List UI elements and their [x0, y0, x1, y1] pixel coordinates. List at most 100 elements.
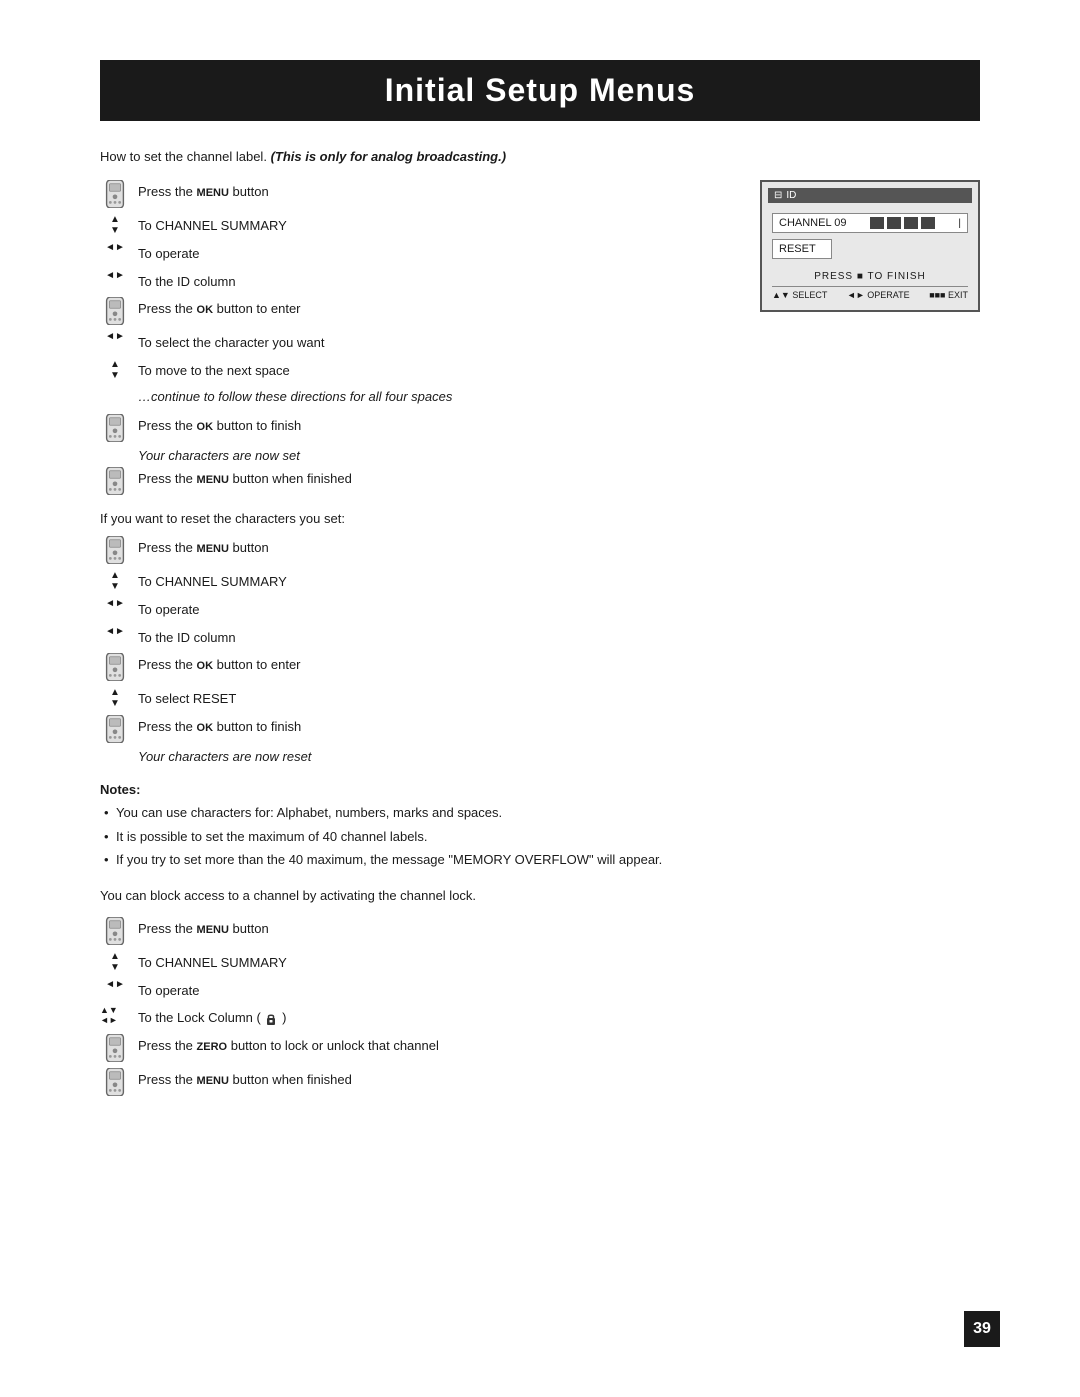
- notes-section: Notes: You can use characters for: Alpha…: [100, 782, 980, 870]
- arrow-ud-icon: ▲▼: [100, 951, 130, 973]
- step-row: Press the MENU button: [100, 180, 740, 208]
- screen-mockup: ⊟ ID CHANNEL 09 |: [760, 180, 980, 312]
- screen-mockup-container: ⊟ ID CHANNEL 09 |: [760, 180, 980, 501]
- page-title-bar: Initial Setup Menus: [100, 60, 980, 121]
- notes-item: If you try to set more than the 40 maxim…: [100, 850, 980, 870]
- arrow-ud-icon: ▲▼: [100, 687, 130, 709]
- step-row: ◄► To the ID column: [100, 270, 740, 292]
- remote-icon: [100, 536, 130, 564]
- step-text: Press the MENU button: [138, 917, 980, 939]
- step-text: To move to the next space: [138, 359, 740, 381]
- section3-steps: Press the MENU button ▲▼ To CHANNEL SUMM…: [100, 917, 980, 1096]
- step-row: ◄► To operate: [100, 979, 980, 1001]
- remote-icon: [100, 467, 130, 495]
- step-text: Press the MENU button when finished: [138, 1068, 980, 1090]
- step-row: ▲▼ ◄► To the Lock Column ( ): [100, 1006, 980, 1028]
- intro-label: How to set the channel label.: [100, 149, 267, 164]
- page-number: 39: [964, 1311, 1000, 1347]
- step-text: To operate: [138, 598, 980, 620]
- intro-italic: (This is only for analog broadcasting.): [271, 149, 506, 164]
- step-row: Press the MENU button: [100, 536, 980, 564]
- screen-channel-label: CHANNEL 09: [779, 217, 846, 229]
- step-text: Press the ZERO button to lock or unlock …: [138, 1034, 980, 1056]
- arrow-lr-icon: ◄►: [100, 242, 130, 253]
- step-row: Press the OK button to enter: [100, 297, 740, 325]
- arrow-ud-icon: ▲▼: [100, 570, 130, 592]
- step-row: ▲ ▼ To move to the next space: [100, 359, 740, 381]
- arrow-lr-icon: ◄►: [100, 598, 130, 609]
- step-row: ▲▼ To select RESET: [100, 687, 980, 709]
- step-text: To CHANNEL SUMMARY: [138, 214, 740, 236]
- step-text: Press the OK button to enter: [138, 297, 740, 319]
- step-text: To operate: [138, 979, 980, 1001]
- remote-icon: [100, 1068, 130, 1096]
- screen-body: CHANNEL 09 | RESET PRESS ■ TO FINI: [768, 209, 972, 304]
- step-row: ◄► To the ID column: [100, 626, 980, 648]
- arrow-lr-icon: ◄►: [100, 626, 130, 637]
- remote-icon: [100, 917, 130, 945]
- screen-press-label: PRESS ■ TO FINISH: [814, 271, 926, 282]
- step-row: ▲▼ To CHANNEL SUMMARY: [100, 951, 980, 973]
- step-row: Press the OK button to enter: [100, 653, 980, 681]
- step-row: ◄► To select the character you want: [100, 331, 740, 353]
- step-text: Press the MENU button: [138, 536, 980, 558]
- notes-title: Notes:: [100, 782, 980, 797]
- step-text: To select RESET: [138, 687, 980, 709]
- notes-item: You can use characters for: Alphabet, nu…: [100, 803, 980, 823]
- page-title: Initial Setup Menus: [100, 72, 980, 109]
- step-text: To the ID column: [138, 626, 980, 648]
- arrow-ud-lr-icon: ▲▼ ◄►: [100, 1006, 130, 1026]
- channel-block: [904, 217, 918, 229]
- step-text: Press the MENU button: [138, 180, 740, 202]
- channel-block: [887, 217, 901, 229]
- step-text: Press the OK button to enter: [138, 653, 980, 675]
- step-row: Press the MENU button when finished: [100, 1068, 980, 1096]
- screen-header-label: ID: [786, 190, 796, 201]
- intro-text: How to set the channel label. (This is o…: [100, 149, 980, 164]
- italic-note: Your characters are now set: [138, 448, 740, 463]
- page-container: Initial Setup Menus How to set the chann…: [0, 0, 1080, 1397]
- screen-footer-operate: ◄► OPERATE: [847, 290, 910, 300]
- step-text: To CHANNEL SUMMARY: [138, 951, 980, 973]
- section2-steps: Press the MENU button ▲▼ To CHANNEL SUMM…: [100, 536, 980, 764]
- lock-section-intro: You can block access to a channel by act…: [100, 888, 980, 903]
- lock-icon: [264, 1012, 278, 1026]
- remote-icon: [100, 715, 130, 743]
- italic-note: Your characters are now reset: [138, 749, 980, 764]
- step-text: Press the MENU button when finished: [138, 467, 740, 489]
- step-text: To CHANNEL SUMMARY: [138, 570, 980, 592]
- screen-header: ⊟ ID: [768, 188, 972, 203]
- screen-footer-exit: ■■■ EXIT: [929, 290, 968, 300]
- screen-footer-select: ▲▼ SELECT: [772, 290, 827, 300]
- channel-block: [870, 217, 884, 229]
- step-row: ◄► To operate: [100, 598, 980, 620]
- step-text: To operate: [138, 242, 740, 264]
- notes-list: You can use characters for: Alphabet, nu…: [100, 803, 980, 870]
- step-text: Press the OK button to finish: [138, 414, 740, 436]
- step-row: Press the ZERO button to lock or unlock …: [100, 1034, 980, 1062]
- continue-note: …continue to follow these directions for…: [138, 387, 740, 407]
- arrow-lr-icon: ◄►: [100, 979, 130, 990]
- step-text: To select the character you want: [138, 331, 740, 353]
- arrow-ud-icon: ▲ ▼: [100, 214, 130, 236]
- channel-block: [921, 217, 935, 229]
- arrow-lr-icon: ◄►: [100, 331, 130, 342]
- screen-reset-label: RESET: [772, 239, 832, 259]
- screen-press-row: PRESS ■ TO FINISH: [772, 271, 968, 282]
- step-row: Press the OK button to finish: [100, 715, 980, 743]
- arrow-lr-icon: ◄►: [100, 270, 130, 281]
- remote-icon: [100, 180, 130, 208]
- notes-item: It is possible to set the maximum of 40 …: [100, 827, 980, 847]
- step-text: Press the OK button to finish: [138, 715, 980, 737]
- step-row: Press the MENU button: [100, 917, 980, 945]
- screen-footer: ▲▼ SELECT ◄► OPERATE ■■■ EXIT: [772, 286, 968, 300]
- remote-icon: [100, 297, 130, 325]
- section1-steps: Press the MENU button ▲ ▼ To CHANNEL SUM…: [100, 180, 740, 501]
- step-row: ▲ ▼ To CHANNEL SUMMARY: [100, 214, 740, 236]
- reset-section-intro: If you want to reset the characters you …: [100, 511, 980, 526]
- remote-icon: [100, 414, 130, 442]
- step-row: Press the OK button to finish: [100, 414, 740, 442]
- step-row: ◄► To operate: [100, 242, 740, 264]
- arrow-ud-icon: ▲ ▼: [100, 359, 130, 381]
- step-row: Press the MENU button when finished: [100, 467, 740, 495]
